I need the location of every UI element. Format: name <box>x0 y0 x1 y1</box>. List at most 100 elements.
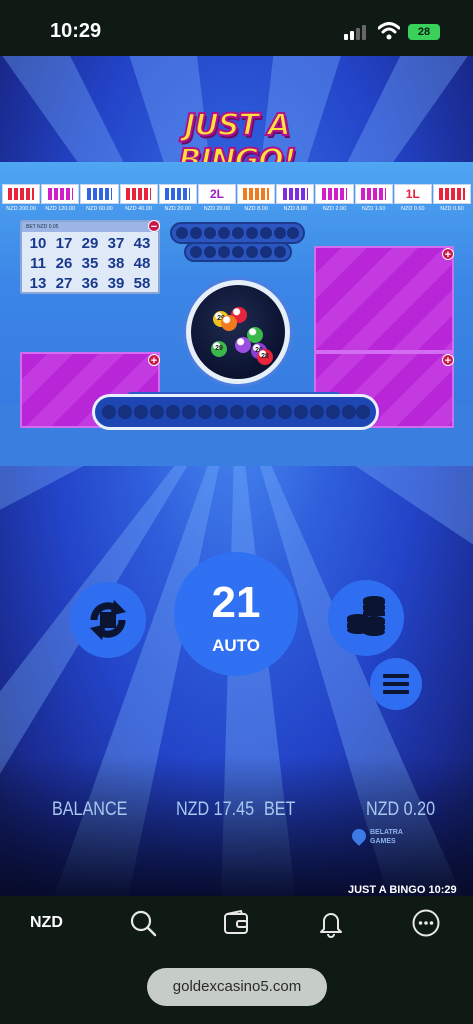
bingo-ball: 29 <box>211 341 227 357</box>
ball-drum: 29292028 <box>186 280 290 384</box>
bet-value: NZD 0.20 <box>366 799 436 820</box>
pattern-2: NZD 120.00 <box>41 184 80 218</box>
hamburger-icon <box>383 674 409 694</box>
auto-count: 21 <box>211 578 261 627</box>
pattern-prize: NZD 0.60 <box>401 206 425 212</box>
card-cell: 29 <box>81 235 99 252</box>
provider-logo: BELATRA GAMES <box>349 826 412 848</box>
ball-rack-middle <box>184 242 292 262</box>
bet-coins-button[interactable] <box>328 580 404 656</box>
game-logo: JUST A BINGO! <box>178 107 298 179</box>
card-cell: 27 <box>55 275 73 292</box>
card-cell: 43 <box>133 235 151 252</box>
card-cell: 17 <box>55 235 73 252</box>
pattern-1: NZD 200.00 <box>2 184 41 218</box>
more-options-icon[interactable] <box>411 908 441 938</box>
pattern-prize: NZD 60.00 <box>86 206 113 212</box>
game-title-time: JUST A BINGO 10:29 <box>348 884 457 896</box>
card-number-grid: 10 17 29 37 43 11 26 35 38 48 13 27 36 39 58 <box>22 232 158 295</box>
bingo-card-1[interactable]: BET NZD 0.05 #1 10 17 29 37 43 11 26 35 38 48 13 27… <box>20 220 160 294</box>
pattern-prize: NZD 8.00 <box>244 206 268 212</box>
pattern-glyph <box>315 184 354 204</box>
balance-value: NZD 17.45 <box>176 799 255 820</box>
add-card-button-3[interactable]: + <box>442 248 454 261</box>
rack-slots <box>190 246 286 258</box>
pattern-8: NZD 8.00 <box>276 184 315 218</box>
pattern-4: NZD 40.00 <box>119 184 158 218</box>
add-card-button-4[interactable]: + <box>442 354 454 367</box>
pattern-glyph <box>2 184 41 204</box>
battery-icon: 28 <box>408 24 440 40</box>
card-cell: 38 <box>107 255 125 272</box>
pattern-3: NZD 60.00 <box>80 184 119 218</box>
pattern-prize: NZD 200.00 <box>6 206 36 212</box>
remove-card-button[interactable]: − <box>148 220 160 233</box>
pattern-glyph <box>354 184 393 204</box>
card-cell: 48 <box>133 255 151 272</box>
pattern-prize: NZD 20.00 <box>203 206 231 212</box>
ball-rack-top <box>170 222 305 244</box>
wallet-icon[interactable] <box>221 908 251 938</box>
card-cell: 11 <box>30 255 46 272</box>
pattern-prize: NZD 40.00 <box>125 206 152 212</box>
card-cell: 13 <box>29 275 47 292</box>
cellular-signal-icon <box>344 24 370 40</box>
pattern-prize: NZD 120.00 <box>45 206 76 212</box>
bingo-ball: 28 <box>257 349 273 365</box>
card-cell: 26 <box>55 255 73 272</box>
refresh-cards-button[interactable] <box>70 582 146 658</box>
wifi-icon <box>378 22 400 40</box>
card-bet-value: NZD 0.05 <box>37 224 59 230</box>
bingo-ball <box>221 315 237 331</box>
provider-name: BELATRA GAMES <box>370 829 403 845</box>
card-cell: 58 <box>133 275 151 292</box>
pattern-6: 2L NZD 20.00 <box>197 184 237 218</box>
card-cell: 39 <box>107 275 125 292</box>
card-cell: 36 <box>81 275 99 292</box>
card-cell: 37 <box>107 235 125 252</box>
refresh-icon <box>90 600 126 640</box>
pattern-glyph <box>158 184 197 204</box>
rack-slots <box>176 227 299 239</box>
status-bar: 10:29 28 <box>0 0 473 56</box>
card-header: BET NZD 0.05 #1 <box>22 222 158 232</box>
bottom-nav: NZD <box>0 896 473 952</box>
pattern-5: NZD 20.00 <box>158 184 197 218</box>
pattern-12: NZD 0.60 <box>432 184 472 218</box>
ball-rack-bottom <box>92 394 379 430</box>
card-bet-label: BET <box>26 224 36 230</box>
card-cell: 35 <box>81 255 99 272</box>
pattern-glyph: 2L <box>197 184 237 204</box>
bingo-ball <box>247 327 263 343</box>
rack-slots <box>102 405 370 419</box>
pattern-10: NZD 1.60 <box>354 184 393 218</box>
currency-button[interactable]: NZD <box>30 914 63 932</box>
pattern-prize: NZD 8.00 <box>283 206 308 212</box>
pattern-glyph: 1L <box>393 184 432 204</box>
status-time: 10:29 <box>50 20 102 42</box>
add-card-button-2[interactable]: + <box>148 354 160 367</box>
auto-play-button[interactable]: 21 AUTO <box>174 552 298 676</box>
belatra-drop-icon <box>349 826 369 846</box>
pattern-glyph <box>41 184 80 204</box>
pattern-prize: NZD 20.00 <box>164 206 192 212</box>
bell-icon[interactable] <box>316 908 346 938</box>
pattern-glyph <box>276 184 315 204</box>
bet-label: BET <box>264 799 296 820</box>
game-menu-button[interactable] <box>370 658 422 710</box>
auto-label: AUTO <box>212 636 260 655</box>
pattern-glyph <box>80 184 119 204</box>
pattern-11: 1L NZD 0.60 <box>393 184 432 218</box>
url-field[interactable]: goldexcasino5.com <box>147 968 327 1006</box>
balance-label: BALANCE <box>52 799 128 820</box>
pattern-prize: NZD 1.60 <box>361 206 386 212</box>
pattern-glyph <box>432 184 472 204</box>
pattern-glyph <box>237 184 276 204</box>
search-icon[interactable] <box>128 908 158 938</box>
browser-bar: goldexcasino5.com <box>0 952 473 1024</box>
card-cell: 10 <box>29 235 47 252</box>
pattern-prize-table: NZD 200.00 NZD 120.00 NZD 60.00 NZD 40.00 NZ… <box>2 184 472 218</box>
empty-card-slot-3[interactable] <box>314 246 454 352</box>
pattern-prize: NZD 0.60 <box>440 206 464 212</box>
pattern-glyph <box>119 184 158 204</box>
